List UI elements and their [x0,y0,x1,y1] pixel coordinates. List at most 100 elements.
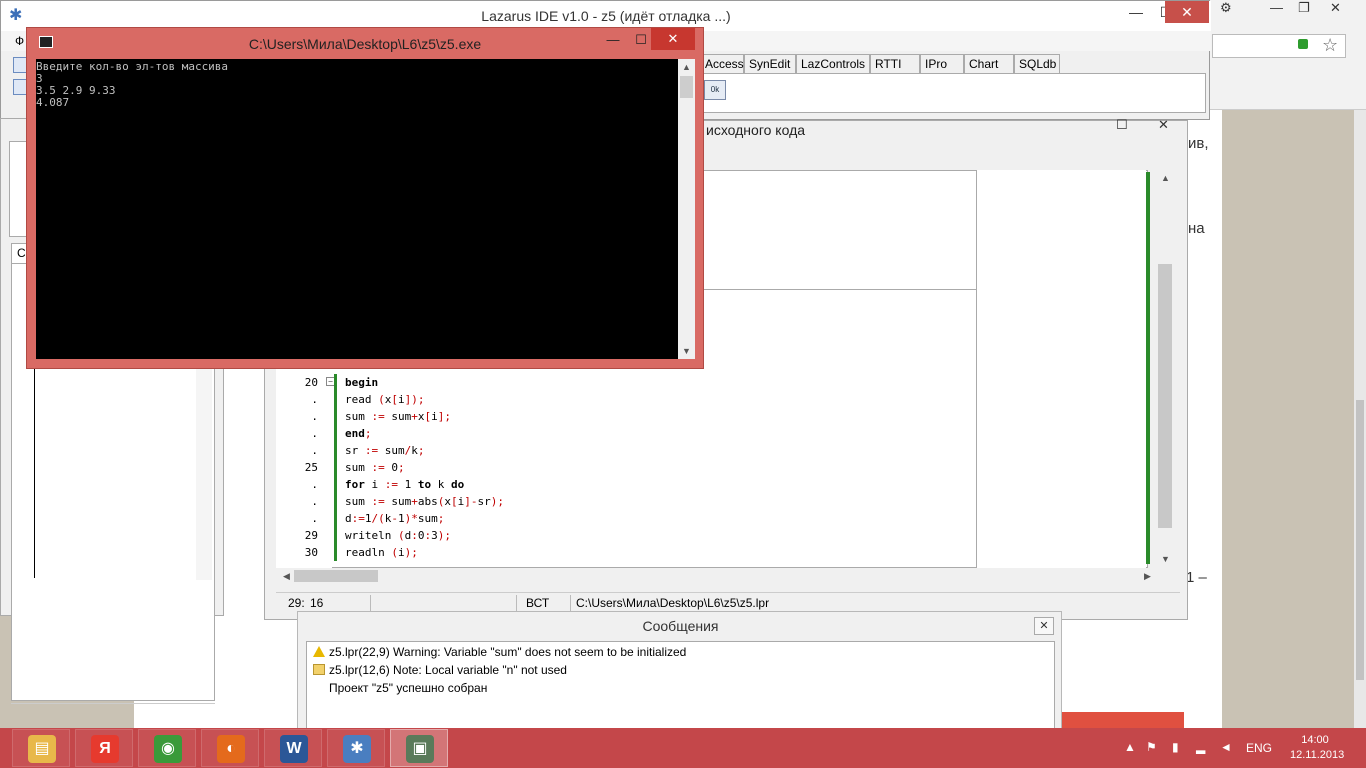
firefox-icon: ◐ [217,735,245,763]
tray-expand-icon[interactable]: ▲ [1124,741,1136,753]
console-scrollbar[interactable] [678,59,695,359]
message-note[interactable]: z5.lpr(12,6) Note: Local variable "n" no… [313,662,567,678]
modified-line-marker [334,459,337,476]
page-red-button[interactable] [1062,712,1184,728]
line-number: . [311,410,318,423]
lazarus-icon: ✱ [343,735,371,763]
code-text: for i := 1 to k do [345,478,465,491]
code-line[interactable]: . sum := sum+x[i]; [290,408,1150,425]
code-line[interactable]: 25 sum := 0; [290,459,1150,476]
bookmark-star-icon[interactable]: ☆ [1322,36,1338,54]
editor-horizontal-scroll-thumb[interactable] [294,570,378,582]
volume-icon[interactable]: ◄ [1220,741,1232,753]
editor-maximize-button[interactable]: ☐ [1116,117,1128,133]
taskbar-word[interactable]: W [264,729,322,767]
taskbar-yandex-browser[interactable]: Я [75,729,133,767]
browser-scroll-thumb[interactable] [1356,400,1364,680]
browser-minimize-button[interactable]: — [1270,0,1283,20]
palette-tab-ipro[interactable]: IPro [920,54,964,74]
code-line[interactable]: . for i := 1 to k do [290,476,1150,493]
console-scroll-thumb[interactable] [680,76,693,98]
scroll-down-arrow-icon[interactable]: ▼ [1161,554,1170,564]
palette-tab-access[interactable]: Access [700,54,744,74]
modified-line-marker [334,510,337,527]
line-number: 25 [304,461,318,474]
battery-icon[interactable]: ▮ [1172,741,1184,753]
code-text: begin [345,376,379,389]
code-line[interactable]: . end; [290,425,1150,442]
status-line: 29: [288,596,305,610]
palette-component-button[interactable]: 0k [704,80,726,100]
chrome-icon: ◉ [154,735,182,763]
taskbar-firefox[interactable]: ◐ [201,729,259,767]
editor-pane-divider [700,289,976,290]
code-line[interactable]: . d:=1/(k-1)*sum; [290,510,1150,527]
console-scroll-up-icon[interactable]: ▲ [682,62,691,72]
line-number: . [311,444,318,457]
code-text: sum := sum+abs(x[i]-sr); [345,495,504,508]
clock-time: 14:00 [1301,734,1329,746]
messages-close-button[interactable]: ✕ [1034,617,1054,635]
palette-tab-lazcontrols[interactable]: LazControls [796,54,870,74]
flag-icon[interactable]: ⚑ [1146,741,1158,753]
taskbar-console[interactable]: ▣ [390,729,448,767]
settings-icon[interactable]: ⚙ [1220,0,1232,20]
scroll-right-arrow-icon[interactable]: ▶ [1144,571,1151,582]
taskbar-file-explorer[interactable]: ▤ [12,729,70,767]
editor-close-button[interactable]: ✕ [1158,117,1169,133]
lazarus-close-button[interactable]: ✕ [1165,1,1209,23]
editor-vertical-scroll-thumb[interactable] [1158,264,1172,528]
modified-line-marker [334,374,337,391]
line-number: 29 [304,529,318,542]
taskbar-chrome[interactable]: ◉ [138,729,196,767]
console-line: Введите кол-во эл-тов массива [36,60,229,73]
warning-icon [313,646,325,657]
source-editor-title: исходного кода [706,122,806,138]
scroll-up-arrow-icon[interactable]: ▲ [1161,173,1170,183]
line-number: . [311,512,318,525]
taskbar-lazarus[interactable]: ✱ [327,729,385,767]
code-text: sr := sum/k; [345,444,425,457]
console-close-button[interactable]: ✕ [651,28,695,50]
scroll-left-arrow-icon[interactable]: ◀ [283,571,290,582]
status-column: 16 [310,596,324,610]
modified-line-marker [334,408,337,425]
browser-close-button[interactable]: ✕ [1330,0,1341,20]
line-number: . [311,393,318,406]
editor-horizontal-scrollbar[interactable] [278,568,1154,584]
code-line[interactable]: . read (x[i]); [290,391,1150,408]
line-number: . [311,427,318,440]
code-line[interactable]: 20− begin [290,374,1150,391]
code-line[interactable]: 30 readln (i); [290,544,1150,561]
status-insert-mode: ВСТ [526,596,550,610]
palette-tab-rtti[interactable]: RTTI [870,54,920,74]
code-line[interactable]: . sr := sum/k; [290,442,1150,459]
line-number: 30 [304,546,318,559]
line-number: 20 [304,376,318,389]
message-warning[interactable]: z5.lpr(22,9) Warning: Variable "sum" doe… [313,644,686,660]
clock[interactable]: 14:00 12.11.2013 [1290,733,1344,763]
palette-tab-sqldb[interactable]: SQLdb [1014,54,1060,74]
lazarus-minimize-button[interactable]: — [1121,1,1151,23]
console-icon: ▣ [406,735,434,763]
palette-tab-synedit[interactable]: SynEdit [744,54,796,74]
yandex-browser-icon: Я [91,735,119,763]
message-info[interactable]: Проект "z5" успешно собран [329,680,487,696]
code-text: readln (i); [345,546,418,559]
browser-restore-button[interactable]: ❐ [1298,0,1310,20]
code-line[interactable]: . sum := sum+abs(x[i]-sr); [290,493,1150,510]
menu-file[interactable]: Ф [15,34,24,48]
console-scroll-down-icon[interactable]: ▼ [682,346,691,356]
modified-line-marker [334,442,337,459]
language-indicator[interactable]: ENG [1246,741,1272,755]
network-icon[interactable]: ▂ [1196,741,1208,753]
console-minimize-button[interactable]: — [599,30,627,50]
code-text: d:=1/(k-1)*sum; [345,512,445,525]
messages-title: Сообщения [642,618,719,634]
line-number: . [311,478,318,491]
modified-line-marker [334,476,337,493]
lazarus-title: Lazarus IDE v1.0 - z5 (идёт отладка ...) [481,8,731,24]
palette-tab-chart[interactable]: Chart [964,54,1014,74]
code-line[interactable]: 29 writeln (d:0:3); [290,527,1150,544]
console-output[interactable]: Введите кол-во эл-тов массива 3 3.5 2.9 … [36,59,678,359]
